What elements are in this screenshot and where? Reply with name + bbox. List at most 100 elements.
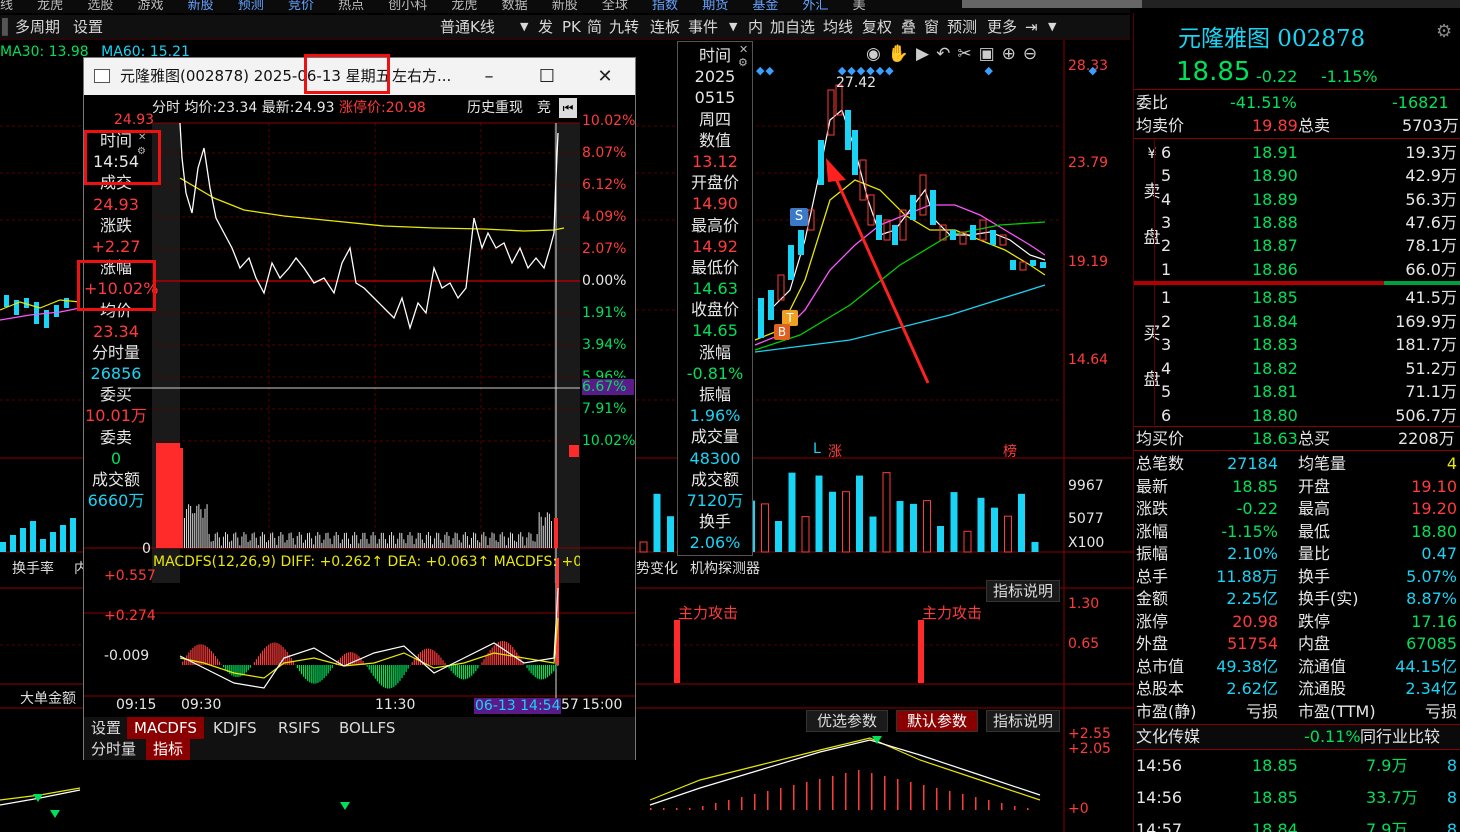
- stat-row[interactable]: 总股本 2.62亿 流通股 2.34亿: [1134, 677, 1460, 700]
- toolbar-arrow[interactable]: ▌: [2, 15, 14, 39]
- topnav-item[interactable]: 数据: [502, 0, 528, 12]
- gear-icon[interactable]: ⚙: [1436, 21, 1452, 42]
- buy-level-row[interactable]: 3 18.83 181.7万: [1134, 333, 1460, 356]
- buy-level-row[interactable]: 2 18.84 169.9万: [1134, 310, 1460, 333]
- tick-row[interactable]: 14:56 18.85 7.9万 8: [1134, 754, 1460, 777]
- buy-level-row[interactable]: 1 18.85 41.5万: [1134, 286, 1460, 309]
- buy-level-row[interactable]: 5 18.81 71.1万: [1134, 380, 1460, 403]
- more-button[interactable]: 更多: [987, 15, 1017, 39]
- topnav-item[interactable]: 外汇: [803, 0, 829, 12]
- overlay-button[interactable]: 叠: [901, 15, 916, 39]
- topnav-item[interactable]: 竞价: [288, 0, 314, 12]
- sell-marker[interactable]: S: [790, 208, 808, 226]
- optimize-params-button[interactable]: 优选参数: [806, 710, 888, 732]
- info-value: 7120万: [686, 490, 744, 510]
- horizontal-scrollbar[interactable]: [962, 0, 1460, 8]
- ma-button[interactable]: 均线: [823, 15, 853, 39]
- tab-trend-change[interactable]: 势变化: [636, 558, 678, 578]
- topnav-item[interactable]: 龙虎: [451, 0, 477, 12]
- chevron-down-icon[interactable]: ▼: [520, 15, 528, 39]
- topnav-item[interactable]: 选股: [87, 0, 113, 12]
- topnav-item[interactable]: 新股: [188, 0, 214, 12]
- topnav-item[interactable]: 基金: [752, 0, 778, 12]
- stat-row[interactable]: 涨跌 -0.22 最高 19.20: [1134, 497, 1460, 520]
- sell-level-row[interactable]: 4 18.89 56.3万: [1134, 188, 1460, 211]
- sell-level-row[interactable]: 5 18.90 42.9万: [1134, 164, 1460, 187]
- lianban-button[interactable]: 连板: [650, 15, 680, 39]
- sell-level-row[interactable]: 3 18.88 47.6万: [1134, 211, 1460, 234]
- event-button[interactable]: 事件: [688, 15, 718, 39]
- buy-level-row[interactable]: 4 18.82 51.2万: [1134, 357, 1460, 380]
- sector-row[interactable]: 文化传媒 -0.11% 同行业比较: [1134, 725, 1460, 748]
- jian-button[interactable]: 简: [587, 15, 602, 39]
- topnav-item[interactable]: 全球: [602, 0, 628, 12]
- pk-button[interactable]: PK: [562, 15, 581, 39]
- stat-row[interactable]: 市盈(静) 亏损 市盈(TTM) 亏损: [1134, 700, 1460, 723]
- tab-kdjfs[interactable]: KDJFS: [206, 717, 264, 739]
- export-icon[interactable]: ⇥: [1025, 15, 1038, 39]
- stat-row[interactable]: 总笔数 27184 均笔量 4: [1134, 452, 1460, 475]
- default-params-button[interactable]: 默认参数: [896, 710, 978, 732]
- topnav-item[interactable]: 热点: [338, 0, 364, 12]
- sector-name[interactable]: 文化传媒: [1136, 725, 1200, 748]
- scrollbar-thumb[interactable]: [962, 0, 1142, 8]
- topnav-item[interactable]: 龙虎: [37, 0, 63, 12]
- nei-button[interactable]: 内: [748, 15, 763, 39]
- window-button[interactable]: 窗: [924, 15, 939, 39]
- tick-row[interactable]: 14:56 18.85 33.7万 8: [1134, 786, 1460, 809]
- history-replay-button[interactable]: 历史重现: [467, 98, 523, 118]
- stat-row[interactable]: 外盘 51754 内盘 67085: [1134, 632, 1460, 655]
- topnav-item[interactable]: 美: [853, 0, 866, 12]
- buy-level-row[interactable]: 6 18.80 506.7万: [1134, 404, 1460, 427]
- stat-row[interactable]: 总手 11.88万 换手 5.07%: [1134, 565, 1460, 588]
- tab-turnover[interactable]: 换手率: [12, 558, 54, 578]
- topnav-item[interactable]: 线: [0, 0, 13, 12]
- jump-end-icon[interactable]: ⏮: [559, 98, 577, 118]
- tab-settings[interactable]: 设置: [84, 717, 129, 739]
- chevron-down-icon[interactable]: ▼: [1048, 15, 1056, 39]
- topnav-item[interactable]: 期货: [702, 0, 728, 12]
- indicator-help-button[interactable]: 指标说明: [986, 580, 1060, 602]
- auction-button[interactable]: 竞: [537, 98, 551, 118]
- forecast-button[interactable]: 预测: [947, 15, 977, 39]
- tab-institution-detector[interactable]: 机构探测器: [690, 558, 760, 578]
- stat-row[interactable]: 最新 18.85 开盘 19.10: [1134, 475, 1460, 498]
- close-button[interactable]: ✕: [582, 58, 628, 95]
- sell-level-row[interactable]: 2 18.87 78.1万: [1134, 234, 1460, 257]
- fa-button[interactable]: 发: [538, 15, 553, 39]
- maximize-button[interactable]: ☐: [524, 58, 570, 95]
- adjust-button[interactable]: 复权: [862, 15, 892, 39]
- buy-marker[interactable]: B: [774, 324, 790, 340]
- topnav-item[interactable]: 游戏: [137, 0, 163, 12]
- tab-rsifs[interactable]: RSIFS: [271, 717, 328, 739]
- multi-period-button[interactable]: 多周期: [15, 15, 60, 39]
- tab-big-order-amount[interactable]: 大单金额: [20, 688, 76, 708]
- tab-minute-volume[interactable]: 分时量: [84, 739, 144, 760]
- tick-row[interactable]: 14:57 18.84 7.9万 8: [1134, 818, 1460, 832]
- stat-row[interactable]: 涨幅 -1.15% 最低 18.80: [1134, 520, 1460, 543]
- intraday-chart[interactable]: [84, 118, 635, 758]
- minimize-button[interactable]: –: [466, 58, 512, 95]
- topnav-item[interactable]: 指数: [652, 0, 678, 12]
- kline-type-select[interactable]: 普通K线: [440, 15, 495, 39]
- indicator-bar: [845, 773, 847, 810]
- settings-button[interactable]: 设置: [73, 15, 103, 39]
- tab-macdfs[interactable]: MACDFS: [127, 717, 204, 739]
- topnav-item[interactable]: 预测: [238, 0, 264, 12]
- stat-row[interactable]: 金额 2.25亿 换手(实) 8.87%: [1134, 587, 1460, 610]
- chevron-down-icon[interactable]: ▼: [729, 15, 737, 39]
- stat-row[interactable]: 涨停 20.98 跌停 17.16: [1134, 610, 1460, 633]
- jiuzhuan-button[interactable]: 九转: [609, 15, 639, 39]
- tab-bollfs[interactable]: BOLLFS: [332, 717, 403, 739]
- tab-indicator[interactable]: 指标: [146, 739, 191, 760]
- sell-level-row[interactable]: 1 18.86 66.0万: [1134, 258, 1460, 281]
- topnav-item[interactable]: 新股: [552, 0, 578, 12]
- topnav-item[interactable]: 创小科: [388, 0, 427, 12]
- indicator-help-button[interactable]: 指标说明: [986, 710, 1060, 732]
- stat-row[interactable]: 总市值 49.38亿 流通值 44.15亿: [1134, 655, 1460, 678]
- intraday-popup-window[interactable]: 元隆雅图(002878) 2025-06-13 星期五 左右方... – ☐ ✕…: [77, 54, 636, 760]
- stat-row[interactable]: 振幅 2.10% 量比 0.47: [1134, 542, 1460, 565]
- sell-level-row[interactable]: 6 18.91 19.3万: [1134, 141, 1460, 164]
- add-watchlist-button[interactable]: 加自选: [770, 15, 815, 39]
- industry-compare-link[interactable]: 同行业比较: [1360, 725, 1440, 748]
